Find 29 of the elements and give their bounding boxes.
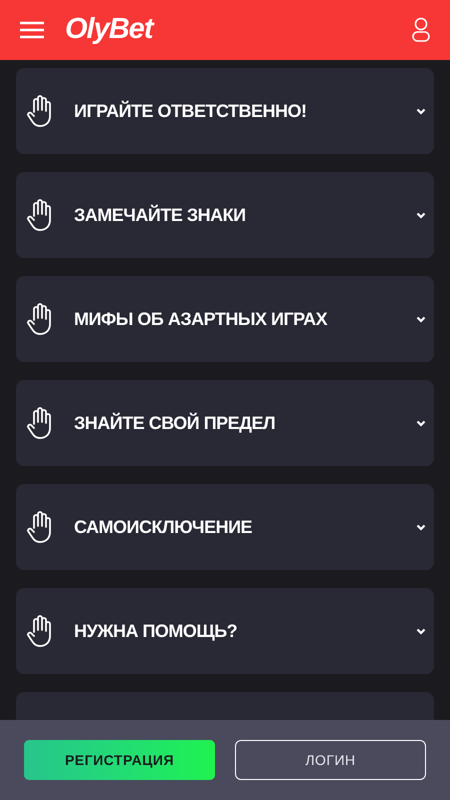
- accordion-card[interactable]: САМОИСКЛЮЧЕНИЕ: [16, 484, 434, 570]
- hand-icon: [26, 303, 54, 335]
- register-button[interactable]: РЕГИСТРАЦИЯ: [24, 740, 215, 780]
- accordion-card[interactable]: ЗНАЙТЕ СВОЙ ПРЕДЕЛ: [16, 380, 434, 466]
- hand-icon: [26, 199, 54, 231]
- section-title: САМОИСКЛЮЧЕНИЕ: [74, 516, 252, 538]
- hand-icon: [26, 95, 54, 127]
- chevron-down-icon[interactable]: [416, 628, 426, 634]
- chevron-down-icon[interactable]: [416, 420, 426, 426]
- section-title: ЗНАЙТЕ СВОЙ ПРЕДЕЛ: [74, 412, 276, 435]
- chevron-down-icon[interactable]: [416, 524, 426, 530]
- hand-icon: [26, 615, 54, 647]
- user-icon[interactable]: [412, 17, 430, 43]
- login-button[interactable]: ЛОГИН: [235, 740, 426, 780]
- section-title: ИГРАЙТЕ ОТВЕТСТВЕННО!: [74, 100, 307, 122]
- accordion-card[interactable]: ЗАМЕЧАЙТЕ ЗНАКИ: [16, 172, 434, 258]
- accordion-card[interactable]: НУЖНА ПОМОЩЬ?: [16, 588, 434, 674]
- chevron-down-icon[interactable]: [416, 212, 426, 218]
- section-title: НУЖНА ПОМОЩЬ?: [74, 620, 238, 643]
- hand-icon: [26, 511, 54, 543]
- accordion-card[interactable]: ИГРАЙТЕ ОТВЕТСТВЕННО!: [16, 68, 434, 154]
- chevron-down-icon[interactable]: [416, 316, 426, 322]
- logo[interactable]: OlyBet: [65, 8, 152, 52]
- menu-icon[interactable]: [20, 21, 44, 39]
- accordion-card[interactable]: МИФЫ ОБ АЗАРТНЫХ ИГРАХ: [16, 276, 434, 362]
- section-title: ЗАМЕЧАЙТЕ ЗНАКИ: [74, 204, 246, 226]
- section-title: МИФЫ ОБ АЗАРТНЫХ ИГРАХ: [74, 308, 328, 330]
- chevron-down-icon[interactable]: [416, 108, 426, 114]
- hand-icon: [26, 407, 54, 439]
